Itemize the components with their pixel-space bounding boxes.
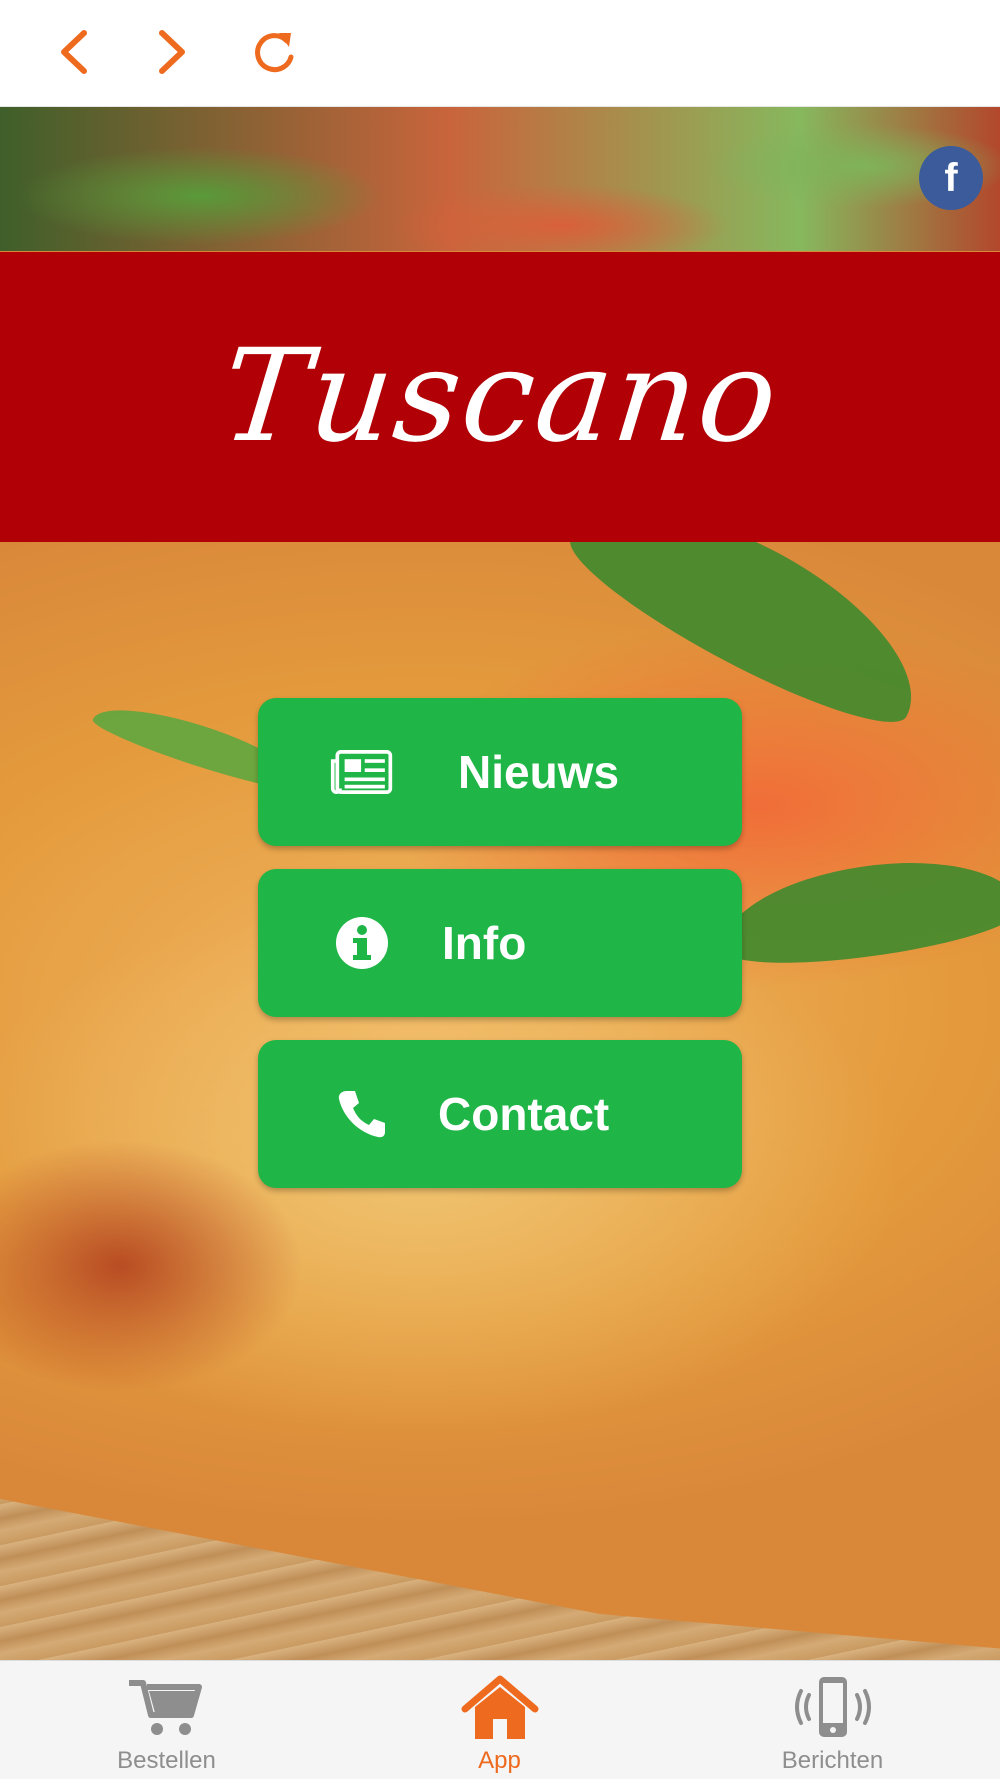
cart-icon: [127, 1675, 207, 1743]
phone-vibrate-icon: [793, 1675, 873, 1745]
back-button[interactable]: [44, 22, 104, 82]
nieuws-button[interactable]: Nieuws: [258, 698, 742, 846]
nieuws-label: Nieuws: [458, 746, 620, 798]
tab-berichten[interactable]: Berichten: [666, 1661, 999, 1779]
info-button[interactable]: Info: [258, 869, 742, 1017]
logo-banner: Tuscano: [0, 252, 1000, 542]
browser-nav-bar: [0, 0, 1000, 107]
facebook-button[interactable]: f: [919, 146, 983, 210]
home-icon: [461, 1675, 539, 1745]
reload-icon: [255, 33, 294, 73]
arugula-leaf: [715, 845, 1000, 977]
brand-logo: Tuscano: [214, 322, 786, 471]
tab-label: Berichten: [781, 1747, 884, 1774]
wooden-board: [0, 1499, 1000, 1660]
info-icon: [330, 911, 394, 975]
contact-button[interactable]: Contact: [258, 1040, 742, 1188]
reload-button[interactable]: [244, 22, 304, 82]
tab-label: App: [478, 1747, 521, 1774]
bottom-tab-bar: Bestellen App Berichten: [0, 1660, 1000, 1779]
chevron-left-icon: [61, 30, 87, 74]
contact-label: Contact: [438, 1088, 610, 1140]
newspaper-icon: [330, 740, 394, 804]
tab-bestellen[interactable]: Bestellen: [0, 1661, 333, 1779]
phone-icon: [330, 1082, 394, 1146]
facebook-icon: f: [944, 155, 958, 200]
tab-app[interactable]: App: [333, 1661, 666, 1779]
info-label: Info: [442, 917, 527, 969]
hero-top-image-strip: [0, 106, 1000, 251]
main-menu: Nieuws Info Contact: [258, 698, 742, 1211]
chevron-right-icon: [159, 30, 185, 74]
forward-button[interactable]: [142, 22, 202, 82]
tab-label: Bestellen: [117, 1747, 216, 1774]
